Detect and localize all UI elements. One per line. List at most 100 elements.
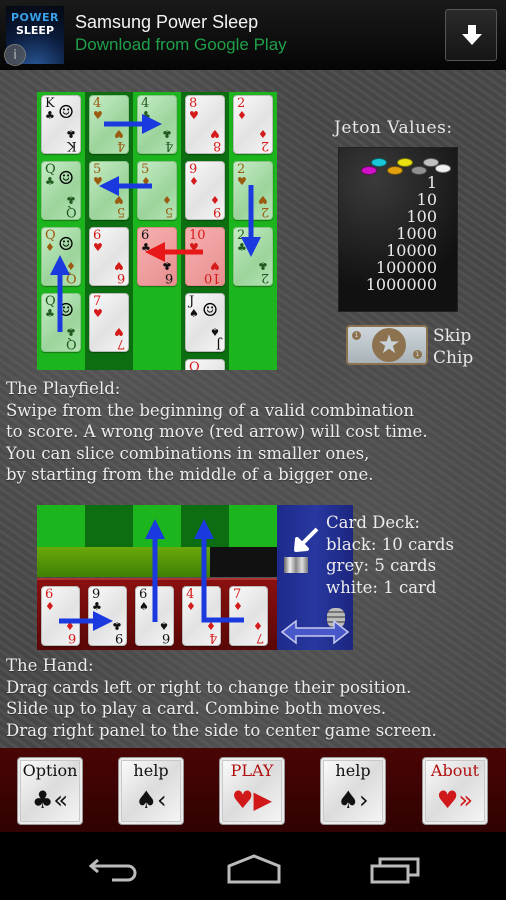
card-suit-icon: ♣: [92, 600, 102, 613]
card-suit-icon: ♦: [210, 193, 220, 206]
hand-line: Drag right panel to the side to center g…: [6, 720, 437, 740]
playfield-column: 4 ♥ 4 ♥ 5 ♥ 5 ♥ 6 ♥ 6 ♥ 7 ♥ 7 ♥: [85, 92, 133, 370]
option-button[interactable]: Option ♣«: [17, 757, 83, 825]
card-suit-icon: ♦: [45, 241, 55, 254]
card-rank: 5: [164, 204, 173, 219]
card-suit-icon: ♠: [210, 325, 220, 338]
card-suit-icon: ♥: [114, 259, 124, 272]
play-label: PLAY: [230, 761, 274, 780]
card-rank: 9: [114, 630, 123, 645]
card-rank: 6: [116, 270, 125, 285]
pointer-arrow-icon: [294, 527, 319, 552]
club-back-icon: ♣«: [31, 786, 69, 814]
hand-line: Drag cards left or right to change their…: [6, 677, 412, 697]
card-suit-icon: ♦: [237, 109, 247, 122]
play-slot: [181, 505, 229, 547]
playing-card: Q ♣ Q ♣ ☺: [41, 161, 81, 220]
card-suit-icon: ♥: [189, 241, 199, 254]
heart-forward-icon: ♥»: [436, 786, 474, 814]
card-suit-icon: ♠: [189, 307, 199, 320]
drag-panel-arrow-icon[interactable]: [280, 617, 350, 647]
jeton-chip-icon: [435, 164, 451, 173]
ad-info-icon[interactable]: i: [4, 44, 26, 66]
download-arrow-icon: [462, 25, 482, 45]
card-suit-icon: ♥: [210, 127, 220, 140]
deck-line: grey: 5 cards: [326, 556, 437, 575]
card-suit-icon: ♥: [114, 193, 124, 206]
about-button[interactable]: About ♥»: [422, 757, 488, 825]
help-next-label: help: [335, 761, 371, 780]
help-prev-label: help: [133, 761, 169, 780]
play-slot: [229, 505, 277, 547]
card-rank: Q: [66, 270, 77, 285]
skip-chip-line1: Skip: [433, 326, 472, 346]
card-rank: Q: [66, 204, 77, 219]
ad-download-button[interactable]: [445, 9, 497, 61]
playfield-line: to score. A wrong move (red arrow) will …: [6, 422, 428, 441]
jeton-value: 100000: [375, 258, 437, 277]
card-suit-icon: ♣: [162, 127, 172, 140]
card-rank: 4: [208, 630, 217, 645]
jeton-value: 10: [416, 190, 437, 209]
card-suit-icon: ♦: [258, 127, 268, 140]
card-suit-icon: ♦: [253, 619, 263, 632]
back-icon[interactable]: [88, 854, 138, 882]
ad-title[interactable]: Samsung Power Sleep: [75, 12, 258, 33]
card-rank: 6: [164, 270, 173, 285]
face-card-icon: ☺: [58, 102, 75, 123]
ad-logo-line2: SLEEP: [15, 24, 55, 37]
card-suit-icon: ♥: [93, 109, 103, 122]
skip-chip-badge: 1: [413, 350, 422, 359]
card-rank: 6: [161, 630, 170, 645]
playing-card: 9 ♣ 9 ♣: [88, 586, 127, 646]
card-suit-icon: ♦: [162, 193, 172, 206]
card-suit-icon: ♥: [93, 307, 103, 320]
face-card-icon: ☺: [58, 168, 75, 189]
playing-card: 10 ♥ 10 ♥: [185, 227, 225, 286]
help-prev-button[interactable]: help ♠‹: [118, 757, 184, 825]
card-rank: 4: [116, 138, 125, 153]
hand-description: The Hand: Drag cards left or right to ch…: [6, 655, 437, 741]
playing-card: K ♣ K ♣ ☺: [41, 95, 81, 154]
card-rank: 8: [212, 138, 221, 153]
help-screen: POWER SLEEP i Samsung Power Sleep Downlo…: [0, 0, 506, 900]
card-suit-icon: ♥: [210, 259, 220, 272]
recents-icon[interactable]: [370, 856, 420, 884]
deck-line: white: 1 card: [326, 577, 437, 597]
jeton-values-title: Jeton Values:: [334, 118, 453, 138]
playfield-line: Swipe from the beginning of a valid comb…: [6, 400, 414, 420]
deck-line: black: 10 cards: [326, 534, 454, 554]
face-card-icon: ☺: [58, 300, 75, 321]
star-icon: ★: [372, 328, 406, 362]
jeton-value: 1000: [396, 224, 437, 243]
card-suit-icon: ♦: [141, 175, 151, 188]
play-button[interactable]: PLAY ♥▶: [219, 757, 285, 825]
jeton-values-panel: 1 10 100 1000 10000 100000 1000000: [338, 147, 458, 312]
jeton-chips: [361, 154, 451, 176]
card-suit-icon: ♠: [139, 600, 149, 613]
ad-subtitle[interactable]: Download from Google Play: [75, 35, 287, 55]
hand-illustration: 6 ♦ 6 ♦ 9 ♣ 9 ♣ 6 ♠ 6 ♠ 4 ♦ 4 ♦ 7 ♦ 7 ♦: [37, 505, 277, 650]
card-suit-icon: ♣: [112, 619, 122, 632]
card-suit-icon: ♥: [93, 175, 103, 188]
playing-card: 6 ♠ 6 ♠: [135, 586, 174, 646]
playing-card: 5 ♦ 5 ♦: [137, 161, 177, 220]
home-icon[interactable]: [227, 854, 281, 884]
playfield-column: 8♥8♥ 9♦9♦ 10♥10♥ J♠J♠☺ QQ: [181, 92, 229, 370]
card-rank: Q: [189, 360, 200, 370]
card-suit-icon: ♣: [141, 241, 151, 254]
play-slot: [37, 505, 85, 547]
card-suit-icon: ♣: [237, 241, 247, 254]
playfield-heading: The Playfield:: [6, 379, 121, 398]
ad-banner[interactable]: POWER SLEEP i Samsung Power Sleep Downlo…: [0, 0, 506, 70]
card-suit-icon: ♣: [66, 193, 76, 206]
playing-card: 6 ♦ 6 ♦: [41, 586, 80, 646]
help-next-button[interactable]: help ♠›: [320, 757, 386, 825]
deck-heading: Card Deck:: [326, 513, 420, 532]
card-suit-icon: ♥: [93, 241, 103, 254]
playfield-column: K ♣ K ♣ ☺ Q ♣ Q ♣ ☺ Q ♦ Q ♦ ☺ Q ♣ Q ♣ ☺: [37, 92, 85, 370]
card-rank: 9: [212, 204, 221, 219]
about-label: About: [430, 761, 480, 780]
card-suit-icon: ♣: [45, 307, 55, 320]
card-suit-icon: ♦: [65, 619, 75, 632]
